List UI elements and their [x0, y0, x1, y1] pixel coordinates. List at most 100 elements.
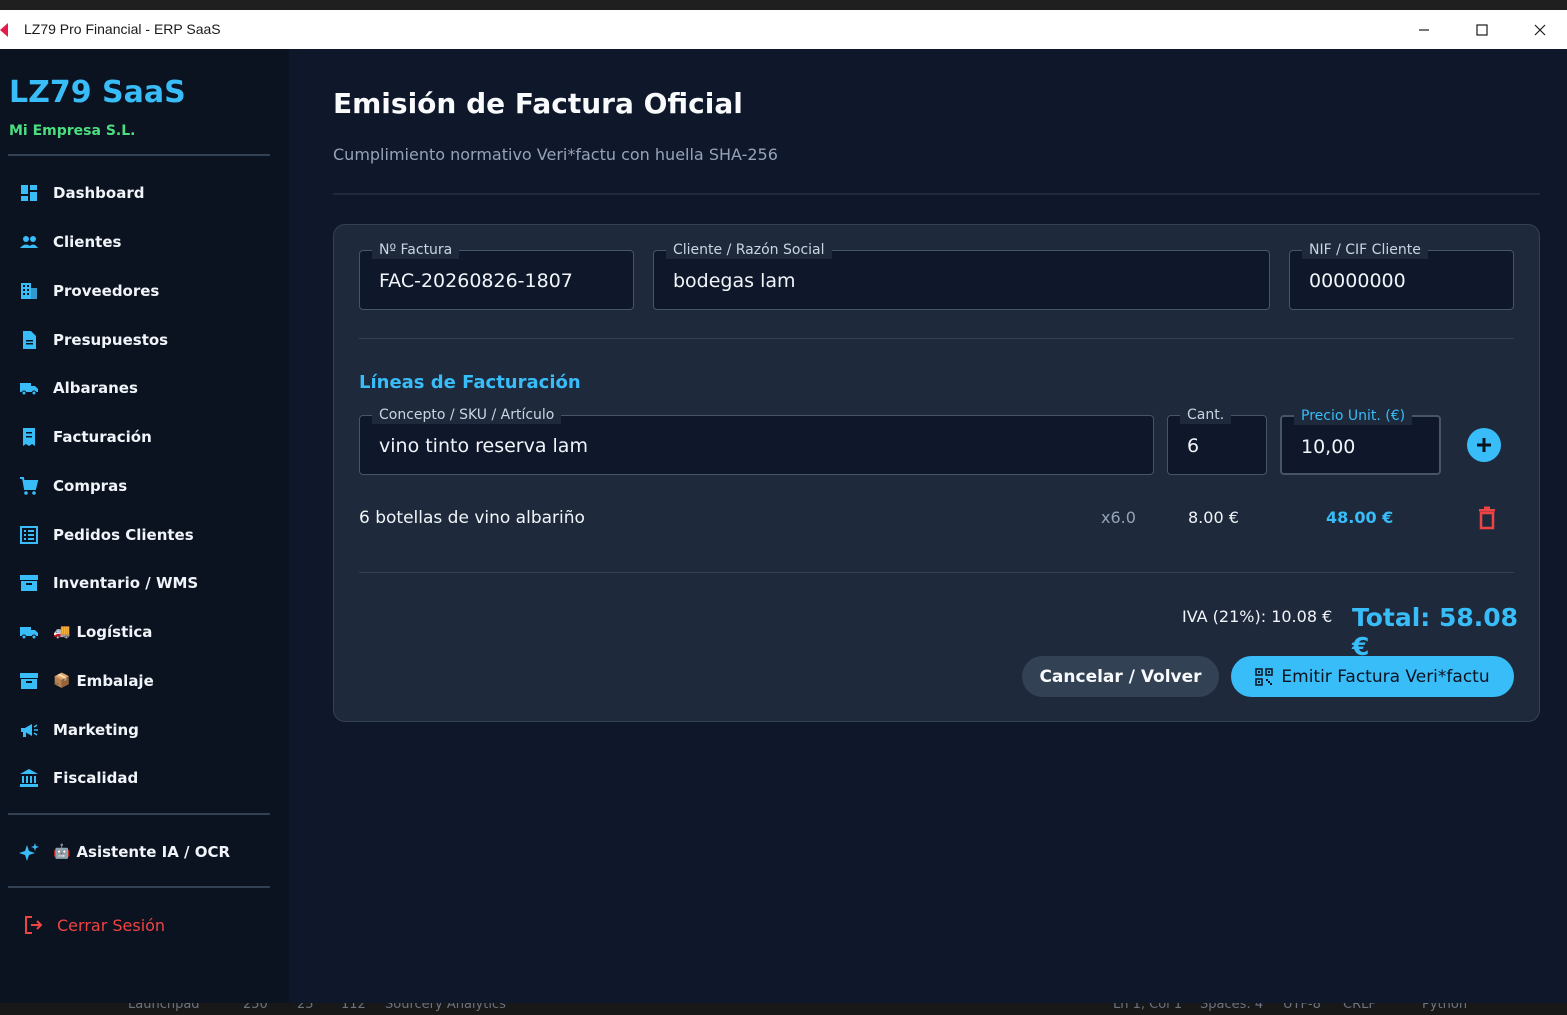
qr-code-icon — [1255, 667, 1274, 686]
invoice-number-field[interactable]: Nº Factura FAC-20260826-1807 — [359, 241, 634, 310]
trash-icon — [1479, 506, 1495, 530]
unit-price-value: 10,00 — [1301, 436, 1356, 458]
people-icon — [19, 232, 39, 252]
encoding-status[interactable]: UTF-8 — [1283, 1003, 1321, 1012]
sidebar-item-pedidos-clientes[interactable]: Pedidos Clientes — [19, 520, 271, 550]
quantity-value: 6 — [1187, 435, 1200, 457]
archive-icon — [19, 671, 39, 691]
minimize-icon — [1419, 28, 1429, 31]
emit-invoice-button[interactable]: Emitir Factura Veri*factu — [1231, 656, 1514, 697]
sidebar-item-label: Marketing — [53, 721, 139, 739]
line-total: 48.00 € — [1326, 508, 1394, 527]
delete-line-button[interactable] — [1477, 506, 1497, 535]
launchpad-status[interactable]: Launchpad — [128, 1003, 200, 1012]
sidebar-item-label: Presupuestos — [53, 331, 169, 349]
logout-button[interactable]: Cerrar Sesión — [23, 910, 275, 940]
warnings-count[interactable]: 25 — [297, 1003, 314, 1012]
emit-invoice-label: Emitir Factura Veri*factu — [1281, 666, 1490, 687]
sidebar-item-label: Fiscalidad — [53, 769, 139, 787]
errors-count[interactable]: 250 — [243, 1003, 268, 1012]
line-description: 6 botellas de vino albariño — [359, 508, 585, 528]
sidebar-divider — [8, 813, 270, 815]
unit-price-field[interactable]: Precio Unit. (€) 10,00 — [1280, 407, 1441, 475]
close-icon — [1534, 24, 1546, 35]
archive-icon — [19, 573, 39, 593]
bank-icon — [19, 768, 39, 788]
list-icon — [19, 525, 39, 545]
lines-divider — [359, 572, 1514, 573]
app-logo-icon — [0, 22, 12, 38]
sidebar-item-facturacion[interactable]: Facturación — [19, 422, 271, 452]
invoice-form-card: Nº Factura FAC-20260826-1807 Cliente / R… — [333, 224, 1540, 722]
nif-field[interactable]: NIF / CIF Cliente 00000000 — [1289, 241, 1514, 310]
line-quantity: x6.0 — [1101, 508, 1136, 527]
lines-section-title: Líneas de Facturación — [359, 372, 581, 393]
concept-field[interactable]: Concepto / SKU / Artículo vino tinto res… — [359, 406, 1154, 475]
cancel-button[interactable]: Cancelar / Volver — [1022, 656, 1219, 697]
sidebar-item-proveedores[interactable]: Proveedores — [19, 276, 271, 306]
truck-icon — [19, 622, 39, 642]
concept-value: vino tinto reserva lam — [379, 435, 588, 457]
sidebar-item-logistica[interactable]: 🚚 Logística — [19, 617, 271, 647]
sidebar-item-label: Clientes — [53, 233, 122, 251]
sidebar-item-label: Dashboard — [53, 184, 145, 202]
client-name-value: bodegas lam — [673, 270, 796, 292]
sidebar-item-label: Pedidos Clientes — [53, 526, 194, 544]
megaphone-icon — [19, 720, 39, 740]
info-count[interactable]: 112 — [341, 1003, 366, 1012]
sidebar-item-marketing[interactable]: Marketing — [19, 715, 271, 745]
editor-status-bar: Launchpad 250 25 112 Sourcery Analytics … — [0, 1003, 1567, 1015]
add-line-button[interactable] — [1467, 428, 1501, 462]
extension-status[interactable]: Sourcery Analytics — [385, 1003, 506, 1012]
sidebar: LZ79 SaaS Mi Empresa S.L. Dashboard Clie… — [0, 49, 289, 1003]
sidebar-item-compras[interactable]: Compras — [19, 471, 271, 501]
indentation-status[interactable]: Spaces: 4 — [1200, 1003, 1263, 1012]
iva-amount: IVA (21%): 10.08 € — [1182, 607, 1333, 626]
maximize-button[interactable] — [1453, 10, 1511, 49]
sidebar-item-presupuestos[interactable]: Presupuestos — [19, 325, 271, 355]
header-divider — [333, 193, 1540, 195]
sidebar-item-fiscalidad[interactable]: Fiscalidad — [19, 763, 271, 793]
sidebar-item-label: Facturación — [53, 428, 152, 446]
document-icon — [19, 330, 39, 350]
sparkles-icon — [19, 842, 39, 862]
sidebar-item-clientes[interactable]: Clientes — [19, 227, 271, 257]
receipt-icon — [19, 427, 39, 447]
quantity-label: Cant. — [1180, 406, 1232, 424]
language-status[interactable]: Python — [1422, 1003, 1467, 1012]
package-emoji-icon: 📦 — [53, 673, 71, 689]
unit-price-label: Precio Unit. (€) — [1294, 407, 1413, 425]
concept-label: Concepto / SKU / Artículo — [372, 406, 562, 424]
sidebar-item-label: Proveedores — [53, 282, 160, 300]
client-name-field[interactable]: Cliente / Razón Social bodegas lam — [653, 241, 1270, 310]
invoice-number-label: Nº Factura — [372, 241, 460, 259]
quantity-field[interactable]: Cant. 6 — [1167, 406, 1267, 475]
sidebar-item-label: Inventario / WMS — [53, 574, 199, 592]
sidebar-item-asistente[interactable]: 🤖 Asistente IA / OCR — [19, 837, 271, 867]
cart-icon — [19, 476, 39, 496]
app-window: LZ79 Pro Financial - ERP SaaS LZ79 SaaS … — [0, 10, 1567, 1003]
title-bar: LZ79 Pro Financial - ERP SaaS — [0, 10, 1567, 49]
eol-status[interactable]: CRLF — [1343, 1003, 1376, 1012]
delivery-truck-emoji-icon: 🚚 — [53, 624, 71, 640]
total-amount: Total: 58.08 € — [1352, 603, 1519, 661]
sidebar-item-embalaje[interactable]: 📦 Embalaje — [19, 666, 271, 696]
main-content: Emisión de Factura Oficial Cumplimiento … — [289, 49, 1567, 1003]
nif-value: 00000000 — [1309, 270, 1406, 292]
sidebar-item-dashboard[interactable]: Dashboard — [19, 178, 271, 208]
sidebar-item-label: Compras — [53, 477, 128, 495]
company-name: Mi Empresa S.L. — [9, 123, 136, 139]
sidebar-item-inventario[interactable]: Inventario / WMS — [19, 568, 271, 598]
page-title: Emisión de Factura Oficial — [333, 87, 743, 120]
window-title: LZ79 Pro Financial - ERP SaaS — [24, 21, 221, 37]
maximize-icon — [1476, 23, 1488, 36]
invoice-number-value: FAC-20260826-1807 — [379, 270, 573, 292]
cursor-position[interactable]: Ln 1, Col 1 — [1113, 1003, 1182, 1012]
sidebar-item-albaranes[interactable]: Albaranes — [19, 373, 271, 403]
sidebar-item-label: Albaranes — [53, 379, 138, 397]
close-button[interactable] — [1511, 10, 1567, 49]
building-icon — [19, 281, 39, 301]
minimize-button[interactable] — [1395, 10, 1453, 49]
background-strip — [0, 0, 1567, 10]
line-unit-price: 8.00 € — [1188, 508, 1239, 527]
